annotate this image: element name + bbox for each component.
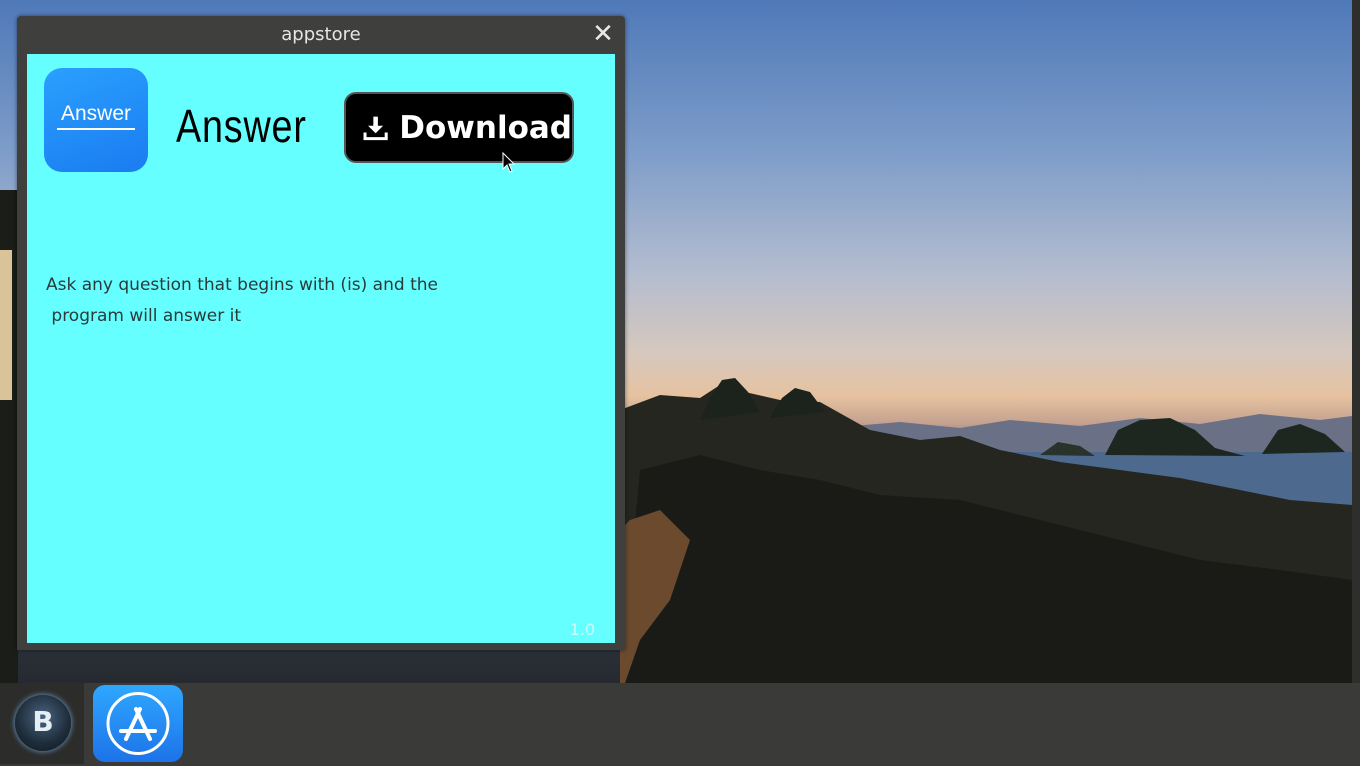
start-button[interactable]: B: [0, 683, 84, 764]
app-icon: Answer: [44, 68, 148, 172]
download-icon: [363, 116, 388, 140]
app-icon-label: Answer: [60, 102, 132, 125]
start-orb-letter: B: [32, 705, 54, 738]
version-label: 1.0: [569, 620, 595, 639]
close-icon: ✕: [592, 19, 614, 49]
download-button[interactable]: Download: [344, 92, 574, 163]
taskbar: B: [0, 683, 1360, 764]
window-titlebar[interactable]: appstore ✕: [17, 16, 625, 54]
appstore-window: appstore ✕ Answer Answer Download Ask an…: [17, 16, 625, 650]
taskbar-app-store[interactable]: [93, 685, 183, 762]
app-description: Ask any question that begins with (is) a…: [46, 270, 506, 332]
close-button[interactable]: ✕: [591, 19, 615, 49]
screen-edge: [1352, 0, 1360, 683]
start-orb-icon: B: [15, 695, 71, 751]
app-icon-underline: [57, 128, 135, 130]
description-line: program will answer it: [46, 306, 242, 326]
app-name: Answer: [176, 100, 307, 152]
download-label: Download: [399, 109, 572, 146]
app-detail-panel: Answer Answer Download Ask any question …: [27, 54, 615, 643]
description-line: Ask any question that begins with (is) a…: [46, 275, 438, 295]
window-title: appstore: [281, 24, 361, 45]
app-store-icon: [106, 692, 170, 755]
